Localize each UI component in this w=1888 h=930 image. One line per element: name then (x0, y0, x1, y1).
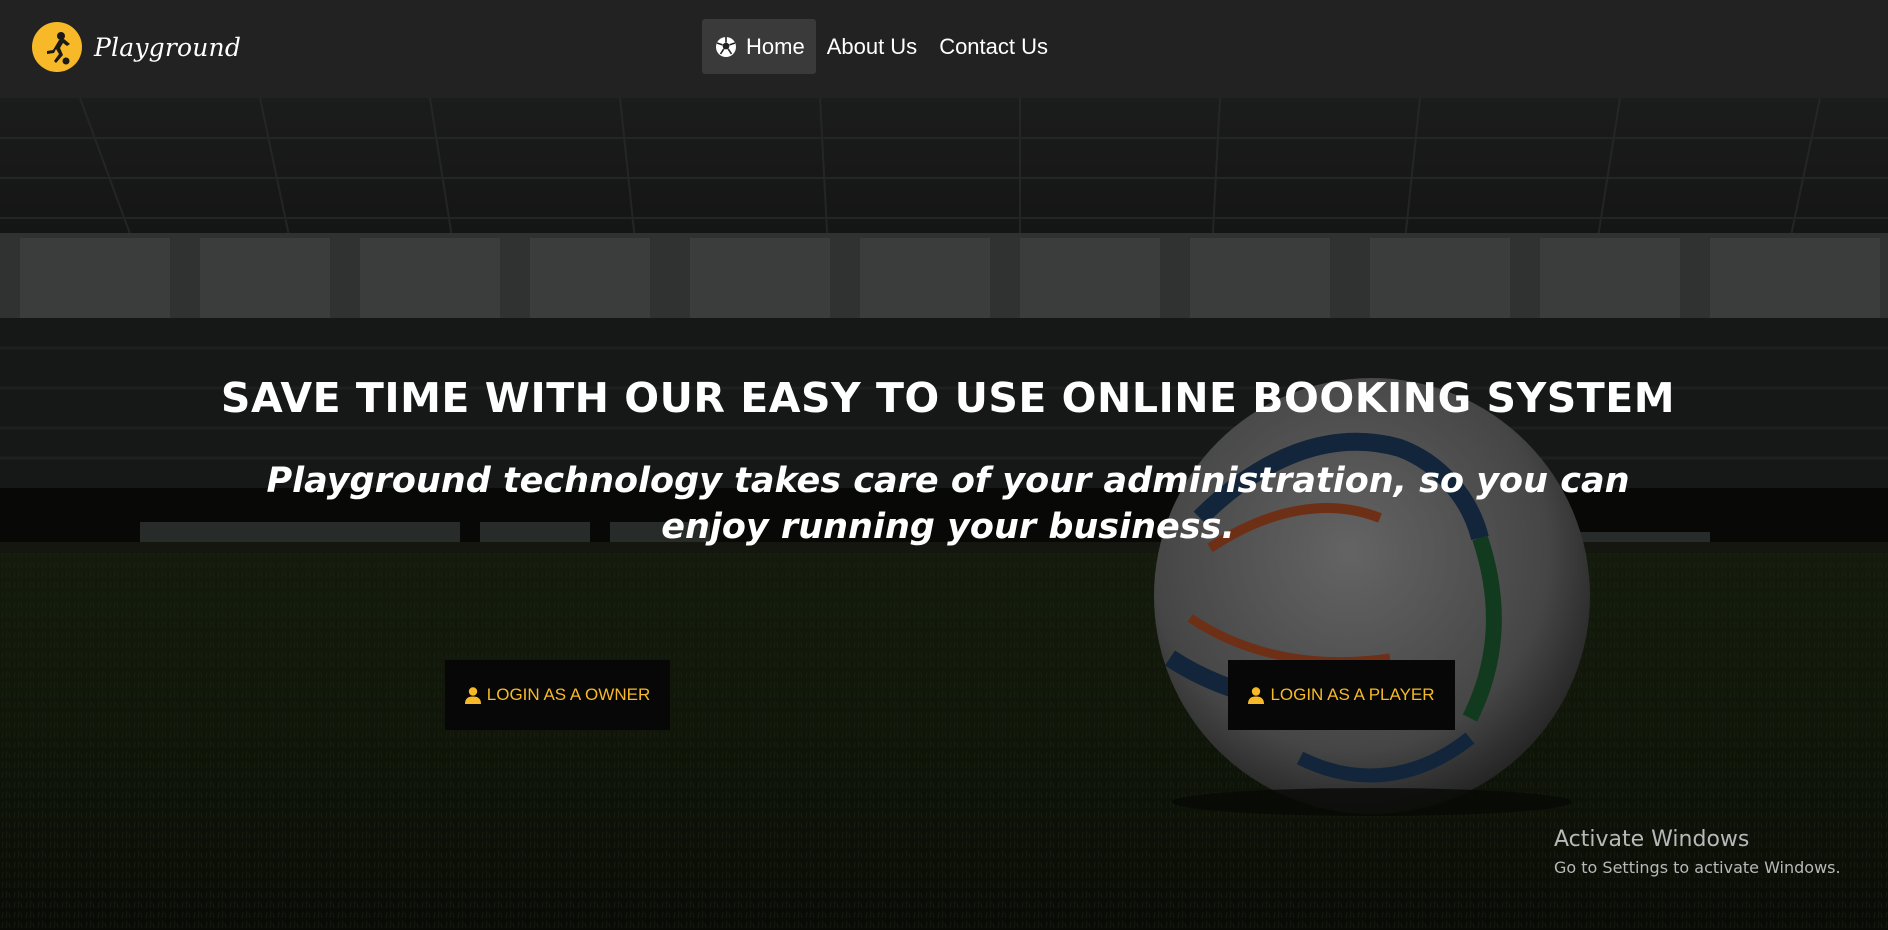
nav-about-us[interactable]: About Us (816, 19, 929, 74)
nav-home[interactable]: Home (702, 19, 816, 74)
user-icon (1248, 686, 1265, 704)
brand-name: Playground (94, 32, 242, 62)
login-as-owner-button[interactable]: LOGIN AS A OWNER (445, 660, 670, 730)
watermark-title: Activate Windows (1554, 827, 1750, 852)
watermark-subtitle: Go to Settings to activate Windows. (1554, 858, 1841, 877)
nav-links: Home About Us Contact Us (702, 19, 1059, 74)
soccer-ball-icon (715, 36, 737, 58)
hero-title: SAVE TIME WITH OUR EASY TO USE ONLINE BO… (220, 374, 1676, 422)
user-icon (464, 686, 481, 704)
soccer-player-logo-icon (32, 22, 82, 72)
login-as-owner-label: LOGIN AS A OWNER (486, 685, 651, 704)
login-as-player-label: LOGIN AS A PLAYER (1270, 685, 1435, 704)
nav-contact-us[interactable]: Contact Us (928, 19, 1059, 74)
login-as-player-button[interactable]: LOGIN AS A PLAYER (1228, 660, 1455, 730)
hero-section: SAVE TIME WITH OUR EASY TO USE ONLINE BO… (0, 98, 1888, 930)
activate-windows-watermark: Activate Windows Go to Settings to activ… (1554, 827, 1841, 877)
brand-link[interactable]: Playground (32, 22, 241, 72)
top-navbar: Playground Home About Us Contact Us (0, 0, 1888, 98)
hero-subtitle: Playground technology takes care of your… (266, 461, 1630, 547)
nav-home-label: Home (746, 33, 805, 59)
